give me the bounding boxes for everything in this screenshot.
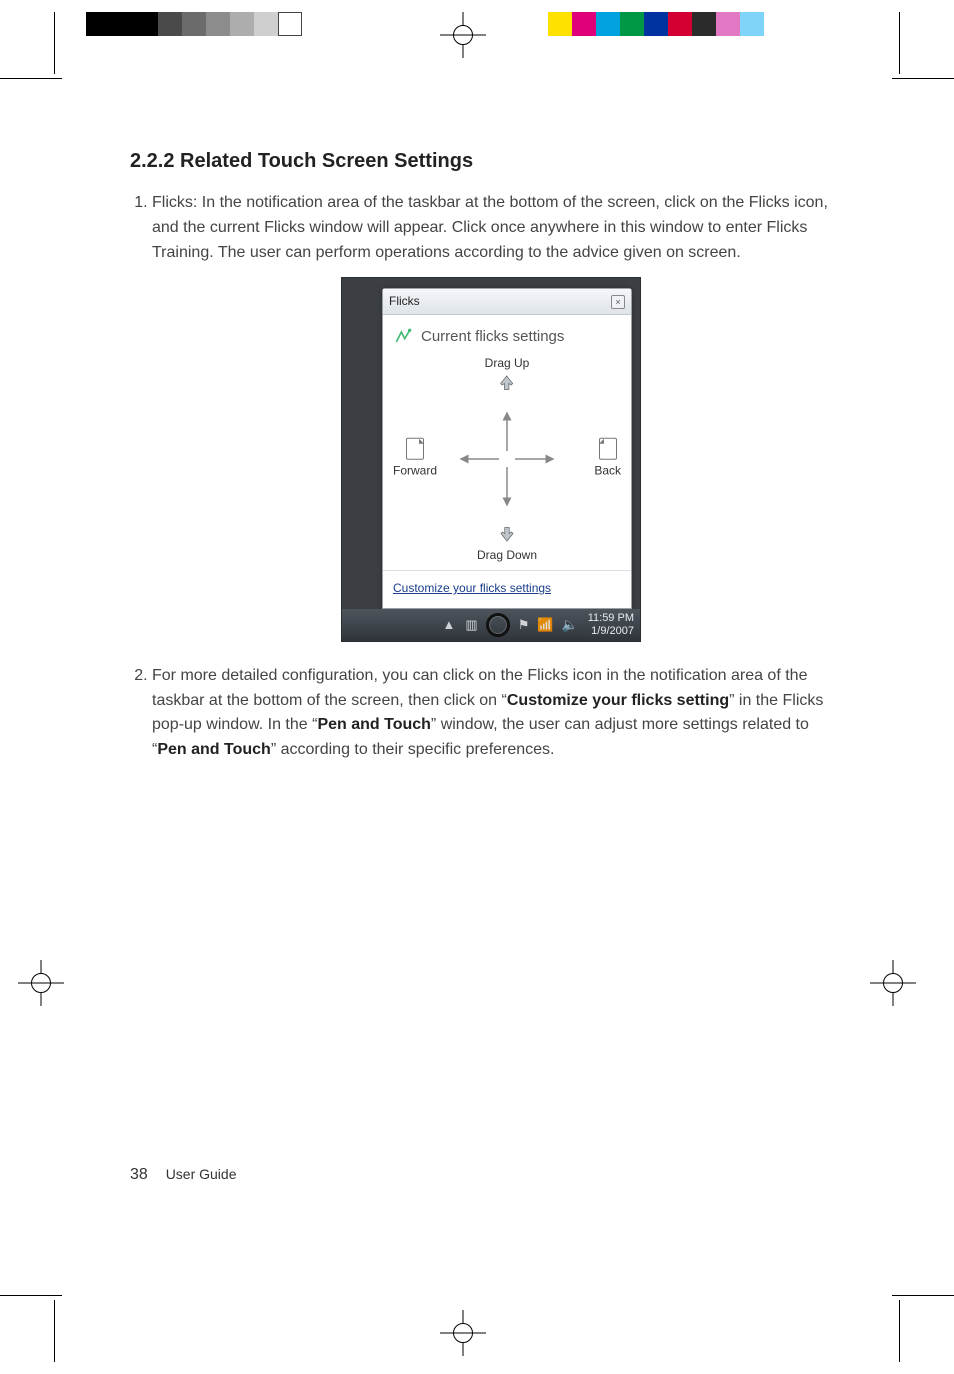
- current-settings-row: Current flicks settings: [393, 325, 621, 348]
- flicks-body: Current flicks settings Drag Up: [383, 315, 631, 570]
- page-forward-icon: [406, 438, 424, 460]
- page-number: 38: [130, 1166, 148, 1183]
- trim-mark: [899, 12, 900, 74]
- trim-mark: [892, 78, 954, 79]
- flicks-window: Flicks × Current flicks settings: [382, 288, 632, 608]
- flicks-diagram: Drag Up Forward Back: [393, 354, 621, 564]
- section-title: Related Touch Screen Settings: [180, 150, 473, 172]
- trim-mark: [0, 1295, 62, 1296]
- network-icon[interactable]: 📶: [537, 615, 553, 635]
- close-icon[interactable]: ×: [611, 295, 625, 309]
- page-content: 2.2.2 Related Touch Screen Settings Flic…: [130, 150, 830, 779]
- registration-cross-bottom: [440, 1310, 486, 1356]
- registration-cross-top: [440, 12, 486, 58]
- screenshot-flicks: Flicks × Current flicks settings: [341, 277, 641, 641]
- item-text-part: ” according to their specific preference…: [271, 741, 555, 758]
- footer-label: User Guide: [166, 1166, 237, 1182]
- instruction-list: Flicks: In the notification area of the …: [130, 191, 830, 763]
- system-tray: ▥ ⚑ 📶 🔈: [465, 613, 577, 637]
- flick-forward: Forward: [393, 438, 437, 481]
- flick-down: Drag Down: [477, 526, 537, 565]
- section-number: 2.2.2: [130, 150, 174, 172]
- list-item: For more detailed configuration, you can…: [152, 664, 830, 763]
- hand-up-icon: [498, 373, 516, 391]
- trim-mark: [0, 78, 62, 79]
- volume-icon[interactable]: 🔈: [562, 615, 578, 635]
- flag-icon[interactable]: ⚑: [518, 615, 530, 635]
- registration-cross-right: [870, 960, 916, 1006]
- flicks-icon: [393, 327, 413, 347]
- customize-flicks-link[interactable]: Customize your flicks settings: [383, 570, 631, 608]
- flick-up: Drag Up: [485, 354, 530, 393]
- taskbar-clock[interactable]: 11:59 PM 1/9/2007: [588, 612, 634, 638]
- print-registration-grayscale: [86, 12, 302, 36]
- tray-expand-icon[interactable]: ▲: [443, 615, 456, 635]
- bold-text: Pen and Touch: [157, 741, 270, 758]
- print-registration-color: [548, 12, 764, 36]
- page-footer: 38 User Guide: [130, 1166, 237, 1184]
- clock-time: 11:59 PM: [588, 612, 634, 625]
- list-item: Flicks: In the notification area of the …: [152, 191, 830, 642]
- registration-cross-left: [18, 960, 64, 1006]
- bold-text: Customize your flicks setting: [507, 692, 729, 709]
- section-heading: 2.2.2 Related Touch Screen Settings: [130, 150, 830, 173]
- trim-mark: [892, 1295, 954, 1296]
- item-text: Flicks: In the notification area of the …: [152, 194, 828, 261]
- current-settings-label: Current flicks settings: [421, 325, 564, 348]
- trim-mark: [54, 1300, 55, 1362]
- flick-back: Back: [594, 438, 621, 481]
- flicks-tray-icon-highlight[interactable]: [486, 613, 510, 637]
- clock-date: 1/9/2007: [588, 625, 634, 638]
- bold-text: Pen and Touch: [317, 716, 430, 733]
- flicks-window-title: Flicks: [389, 292, 420, 311]
- trim-mark: [54, 12, 55, 74]
- flicks-titlebar: Flicks ×: [383, 289, 631, 315]
- page-back-icon: [599, 438, 617, 460]
- hand-down-icon: [498, 526, 516, 544]
- tray-icon[interactable]: ▥: [465, 615, 477, 635]
- arrow-cross-icon: [447, 399, 567, 519]
- trim-mark: [899, 1300, 900, 1362]
- taskbar: ▲ ▥ ⚑ 📶 🔈 11:59 PM 1/9/2007: [342, 609, 640, 641]
